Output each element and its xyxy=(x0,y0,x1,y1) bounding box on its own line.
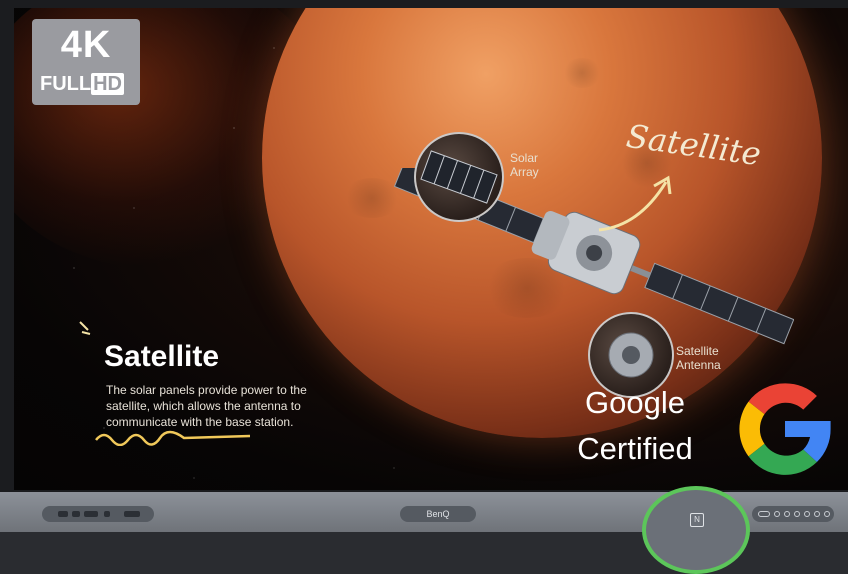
front-buttons xyxy=(752,506,834,522)
nfc-highlight-circle xyxy=(642,486,750,574)
usb-c-port[interactable] xyxy=(72,511,80,517)
control-button-2[interactable] xyxy=(784,511,790,517)
curved-arrow xyxy=(598,175,672,232)
sparkle-icon xyxy=(79,321,91,335)
squiggle-underline xyxy=(95,430,251,446)
power-button[interactable] xyxy=(758,511,770,517)
control-button-5[interactable] xyxy=(814,511,820,517)
antenna-label: Satellite Antenna xyxy=(676,344,721,372)
control-button-1[interactable] xyxy=(774,511,780,517)
solar-array-label: Solar Array xyxy=(510,151,539,179)
badge-full-hd: FULL HD xyxy=(40,73,124,95)
content-title: Satellite xyxy=(104,340,220,373)
google-g-icon xyxy=(739,383,831,475)
nfc-icon[interactable]: N xyxy=(690,513,704,527)
content-description: The solar panels provide power to the sa… xyxy=(106,383,307,429)
4k-full-hd-badge: 4K FULL HD xyxy=(32,19,140,105)
control-button-3[interactable] xyxy=(794,511,800,517)
usb-port[interactable] xyxy=(58,511,68,517)
brand-logo: BenQ xyxy=(400,506,476,522)
badge-resolution: 4K xyxy=(60,24,112,66)
audio-port[interactable] xyxy=(104,511,110,517)
solar-array-zoom-lens xyxy=(414,132,504,222)
control-button-4[interactable] xyxy=(804,511,810,517)
front-ports xyxy=(42,506,154,522)
usb-port-2[interactable] xyxy=(124,511,140,517)
google-certified-text: Google Certified xyxy=(577,385,693,466)
control-button-6[interactable] xyxy=(824,511,830,517)
hdmi-port[interactable] xyxy=(84,511,98,517)
solar-panel-detail xyxy=(420,150,498,204)
